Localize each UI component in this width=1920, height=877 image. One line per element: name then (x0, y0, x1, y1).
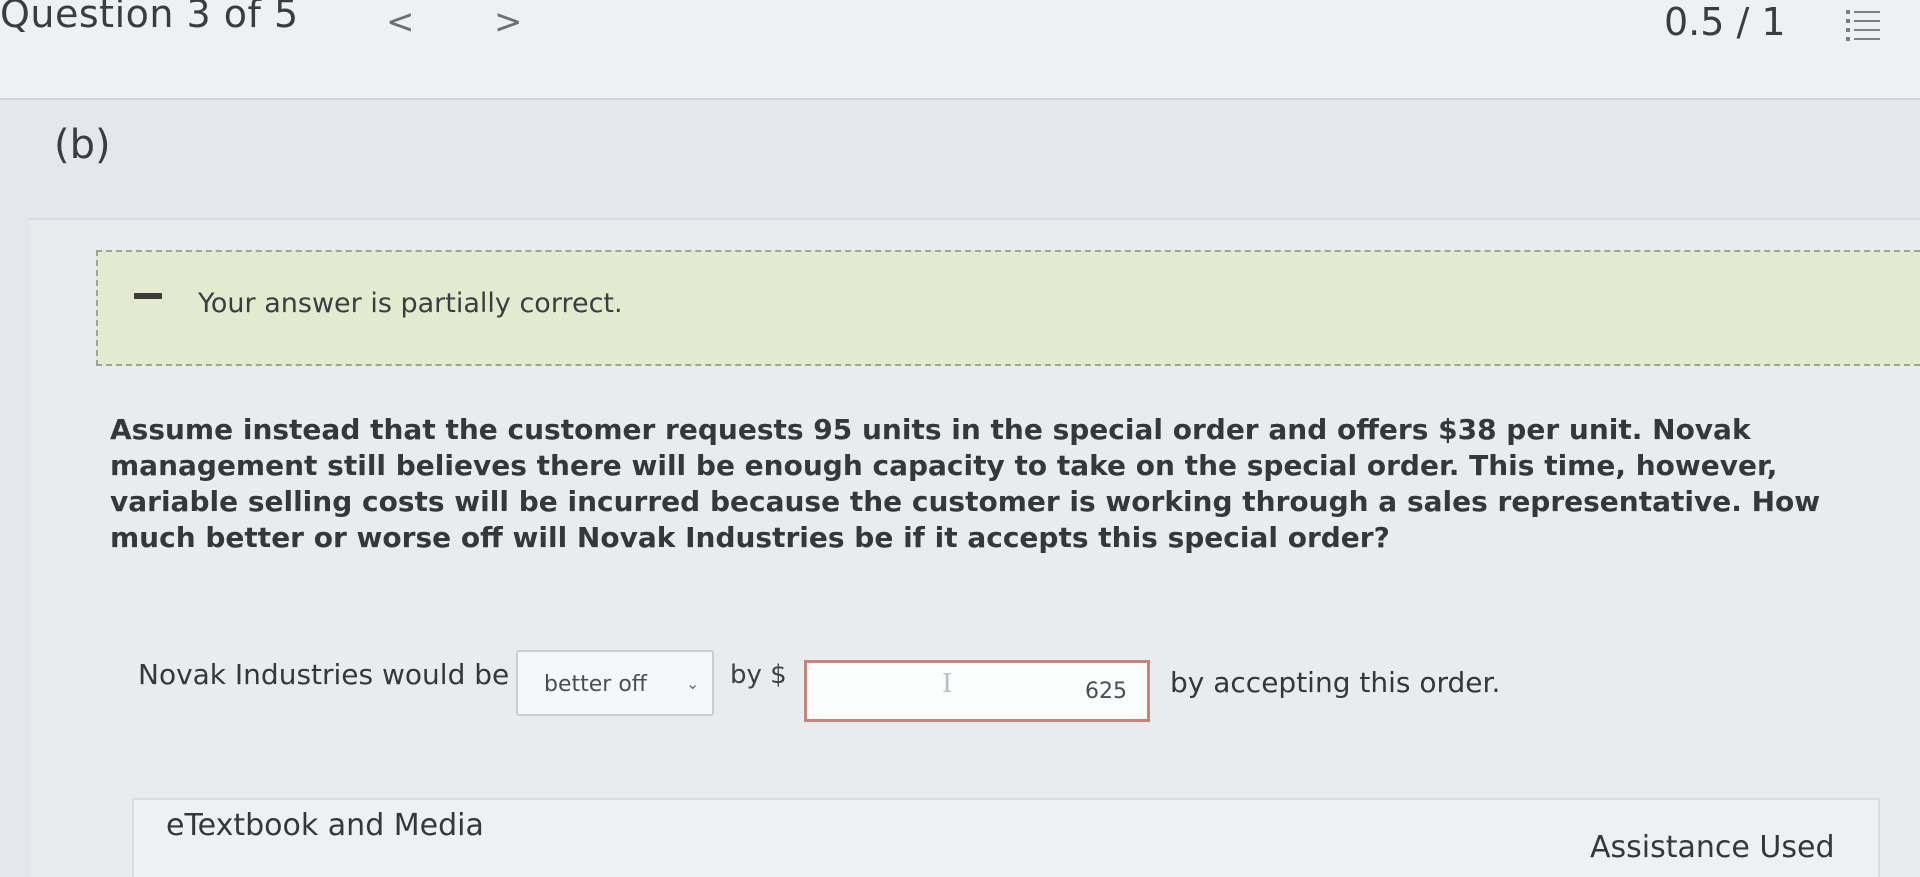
list-icon[interactable] (1846, 8, 1882, 42)
chevron-down-icon: ⌄ (686, 674, 700, 693)
part-label: (b) (54, 122, 111, 168)
dropdown-selected-value: better off (544, 672, 647, 697)
top-bar: Question 3 of 5 < > 0.5 / 1 (0, 0, 1920, 100)
amount-value: 625 (1085, 679, 1127, 704)
question-counter: Question 3 of 5 (0, 0, 299, 36)
next-question-icon[interactable]: > (494, 2, 523, 42)
question-text: Assume instead that the customer request… (110, 413, 1821, 554)
amount-input[interactable]: I 625 (804, 660, 1150, 722)
by-dollar-label: by $ (730, 660, 787, 690)
previous-question-icon[interactable]: < (386, 2, 415, 42)
answer-suffix: by accepting this order. (1170, 666, 1501, 699)
assistance-used-label: Assistance Used (1590, 830, 1835, 865)
feedback-message: Your answer is partially correct. (198, 288, 623, 319)
partial-correct-icon (134, 293, 162, 299)
answer-row: Novak Industries would be better off ⌄ b… (138, 650, 1638, 724)
etextbook-media-link[interactable]: eTextbook and Media (166, 808, 484, 843)
answer-prefix: Novak Industries would be (138, 658, 510, 691)
text-cursor-icon: I (942, 669, 953, 699)
score-display: 0.5 / 1 (1664, 0, 1786, 44)
better-worse-dropdown[interactable]: better off ⌄ (516, 650, 714, 716)
